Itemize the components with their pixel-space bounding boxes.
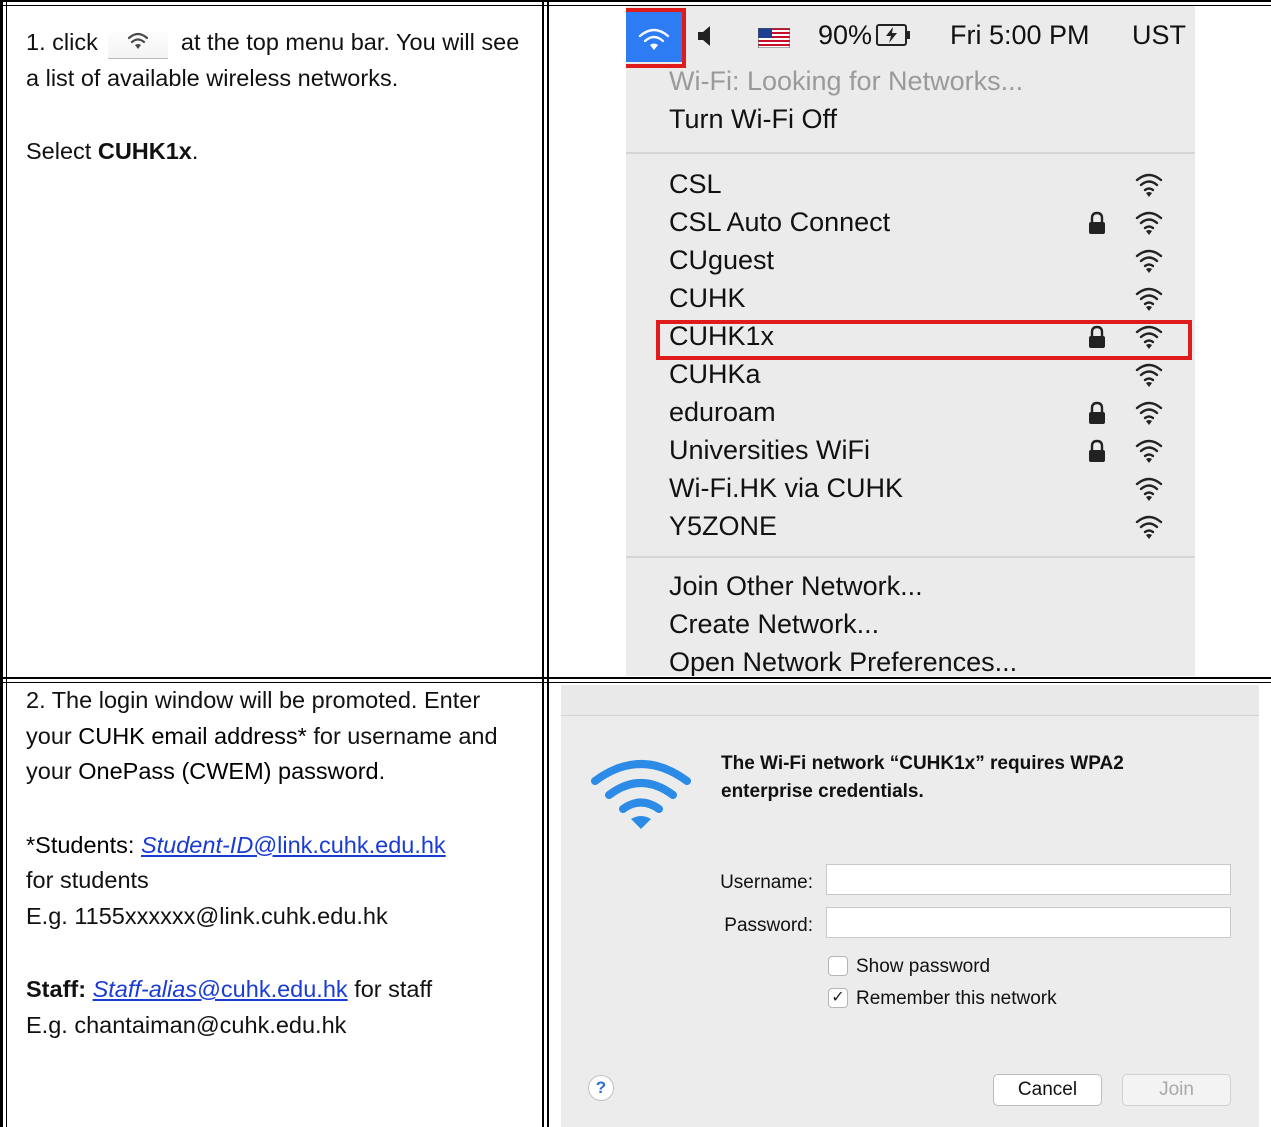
step2-text: 2. The login window will be promoted. En… [26,683,531,1043]
network-item[interactable]: Y5ZONE [626,508,1195,546]
network-item[interactable]: CSL Auto Connect [626,204,1195,242]
network-item[interactable]: eduroam [626,394,1195,432]
staff-label: Staff: [26,976,93,1002]
staff-example: E.g. chantaiman@cuhk.edu.hk [26,1011,347,1038]
staff-alias: Staff-alias [92,976,198,1002]
students-label: *Students: [26,831,141,858]
network-name: CSL [669,169,722,199]
network-name: CUguest [669,245,775,275]
network-name: CSL Auto Connect [669,207,891,237]
password-field[interactable] [826,907,1231,938]
wifi-signal-icon [1134,399,1164,432]
students-suffix: for students [26,867,149,893]
network-name: Universities WiFi [669,435,871,465]
staff-suffix: for staff [347,976,433,1002]
wifi-menu-screenshot: 90% Fri 5:00 PM UST Wi-Fi: Looking for N… [626,6,1195,676]
create-network[interactable]: Create Network... [669,609,879,640]
username-field[interactable] [826,864,1231,895]
dialog-message: The Wi-Fi network “CUHK1x” requires WPA2… [721,753,1124,802]
highlight-box [626,8,686,68]
help-button[interactable]: ? [588,1075,614,1101]
step1-text: 1. click at the top menu bar. You will s… [26,25,526,170]
select-prefix: Select [26,138,98,164]
network-item[interactable]: Universities WiFi [626,432,1195,470]
network-name: CUHK [669,283,746,313]
username-label: Username: [720,872,813,893]
menubar-user[interactable]: UST [1132,20,1186,51]
highlight-box [656,320,1192,360]
menu-separator [626,556,1195,558]
password-label: Password: [724,915,813,936]
lock-icon [1088,401,1106,430]
turn-wifi-off[interactable]: Turn Wi-Fi Off [669,104,837,135]
table-border [0,0,1271,2]
step2-intro-3: . [378,758,386,784]
table-border [547,0,549,1127]
show-password-checkbox[interactable] [828,956,848,976]
network-name: CUHKa [669,359,761,389]
login-dialog-screenshot: The Wi-Fi network “CUHK1x” requires WPA2… [561,685,1259,1127]
wifi-large-icon [589,757,693,842]
wifi-signal-icon [1134,285,1164,318]
select-suffix: . [191,138,199,164]
join-button[interactable]: Join [1122,1074,1231,1106]
wifi-status: Wi-Fi: Looking for Networks... [669,66,1024,96]
staff-email-link[interactable]: Staff-alias@cuhk.edu.hk [93,976,348,1002]
wifi-signal-icon [1134,361,1164,394]
email-term: CUHK email address* [78,722,307,749]
open-network-preferences[interactable]: Open Network Preferences... [669,647,1017,676]
wifi-signal-icon [1134,513,1164,546]
network-item[interactable]: CUHK [626,280,1195,318]
network-item[interactable]: CUguest [626,242,1195,280]
show-password-label[interactable]: Show password [856,956,990,978]
network-item[interactable]: Wi-Fi.HK via CUHK [626,470,1195,508]
network-name: Wi-Fi.HK via CUHK [669,473,903,503]
menu-bar: 90% Fri 5:00 PM UST [626,6,1195,68]
remember-network-checkbox[interactable]: ✓ [828,988,848,1008]
table-border [0,677,1271,679]
join-other-network[interactable]: Join Other Network... [669,571,923,602]
step1-number: 1. [26,29,46,55]
battery-percent[interactable]: 90% [818,20,872,51]
us-flag-icon[interactable] [757,24,791,55]
wifi-signal-icon [1134,475,1164,508]
table-border [542,0,544,1127]
dialog-titlebar [561,685,1259,716]
password-term: OnePass (CWEM) password [78,758,379,784]
cancel-button[interactable]: Cancel [993,1074,1102,1106]
network-name: eduroam [669,397,776,427]
volume-icon[interactable] [696,23,714,54]
staff-domain: @cuhk.edu.hk [197,976,348,1002]
students-email-link[interactable]: Student-ID@link.cuhk.edu.hk [141,832,446,858]
students-id: Student-ID [140,831,254,858]
step1-instruction: at the top menu bar. You will see a list… [26,29,520,91]
wifi-signal-icon [1134,171,1164,204]
select-target: CUHK1x [97,138,192,164]
network-item[interactable]: CSL [626,166,1195,204]
network-name: Y5ZONE [669,511,778,541]
table-border [0,0,3,1127]
menu-separator [626,152,1195,154]
remember-network-label[interactable]: Remember this network [856,988,1057,1010]
lock-icon [1088,439,1106,468]
wifi-signal-icon [1134,247,1164,280]
network-item[interactable]: CUHKa [626,356,1195,394]
table-border [6,0,7,1127]
wifi-icon [108,28,169,59]
lock-icon [1088,211,1106,240]
battery-charging-icon[interactable] [876,23,912,54]
students-example: E.g. 1155xxxxxx@link.cuhk.edu.hk [26,902,388,929]
wifi-signal-icon [1134,209,1164,242]
students-domain: @link.cuhk.edu.hk [253,831,446,858]
menubar-clock[interactable]: Fri 5:00 PM [950,20,1090,51]
wifi-signal-icon [1134,437,1164,470]
step1-click-word: click [52,29,98,55]
